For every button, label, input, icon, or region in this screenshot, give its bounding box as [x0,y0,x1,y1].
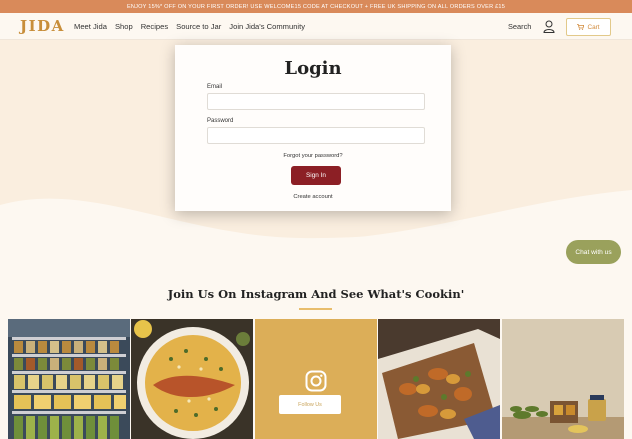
instagram-post-roast[interactable] [378,319,500,439]
chat-button[interactable]: Chat with us [566,240,621,264]
create-account-link[interactable]: Create account [175,194,451,200]
site-header: JIDA Meet Jida Shop Recipes Source to Ja… [0,13,632,43]
password-field[interactable] [207,127,425,144]
cart-icon [577,24,585,30]
forgot-password-link[interactable]: Forgot your password? [175,153,451,159]
cart-button[interactable]: Cart [566,18,611,36]
follow-us-button[interactable]: Follow Us [279,395,341,414]
promo-text: ENJOY 15%* OFF ON YOUR FIRST ORDER! USE … [126,3,506,10]
login-modal: Login Email Password Forgot your passwor… [175,45,451,211]
user-account-icon[interactable] [543,20,555,33]
roast-vegetables-image [378,319,500,439]
instagram-heading: Join Us On Instagram And See What's Cook… [167,287,465,301]
instagram-post-shelf[interactable] [8,319,130,439]
nav-shop[interactable]: Shop [115,22,133,31]
sign-in-button[interactable]: Sign In [291,166,341,185]
login-title: Login [284,58,342,79]
instagram-follow-tile: Follow Us [255,319,377,439]
email-field[interactable] [207,93,425,110]
instagram-icon[interactable] [305,370,327,392]
heading-divider [299,308,332,310]
shelf-jars-image [8,319,130,439]
nav-source-to-jar[interactable]: Source to Jar [176,22,221,31]
instagram-gallery: Follow Us [8,319,624,439]
password-label: Password [207,118,234,124]
instagram-post-dish[interactable] [131,319,253,439]
nav-meet-jida[interactable]: Meet Jida [74,22,107,31]
promo-banner: ENJOY 15%* OFF ON YOUR FIRST ORDER! USE … [0,0,632,13]
search-link[interactable]: Search [508,22,531,31]
plated-dish-image [131,319,253,439]
email-label: Email [207,84,223,90]
nav-recipes[interactable]: Recipes [141,22,168,31]
main-nav: Meet Jida Shop Recipes Source to Jar Joi… [74,13,305,40]
jars-table-image [502,319,624,439]
nav-community[interactable]: Join Jida's Community [229,22,305,31]
instagram-post-jars[interactable] [502,319,624,439]
cart-label: Cart [587,23,600,31]
